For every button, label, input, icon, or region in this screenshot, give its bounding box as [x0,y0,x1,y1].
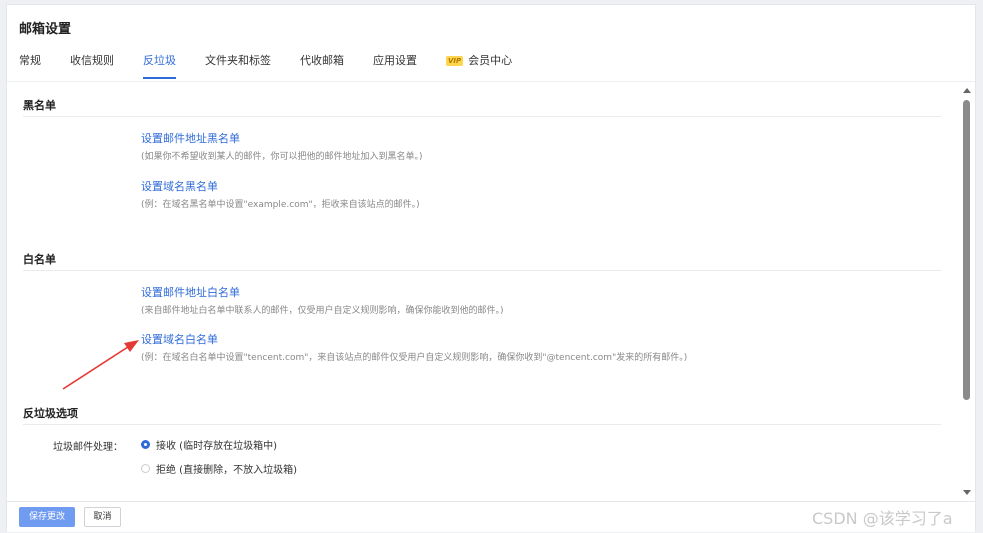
watermark: CSDN @该学习了a [812,509,953,528]
annotation-arrow-icon [62,340,139,390]
